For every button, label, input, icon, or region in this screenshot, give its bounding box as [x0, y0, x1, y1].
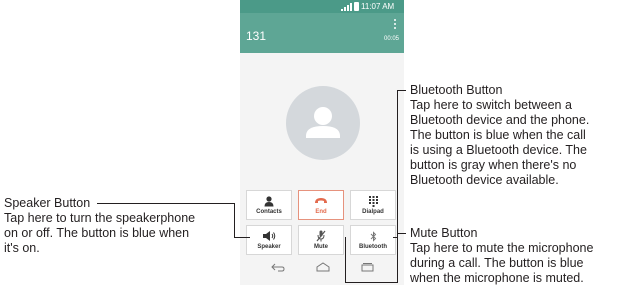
- end-call-icon: [315, 198, 327, 203]
- bluetooth-leader-horizontal: [397, 90, 406, 91]
- speaker-icon: [262, 231, 275, 241]
- status-time: 11:07 AM: [361, 2, 395, 11]
- dialpad-label: Dialpad: [362, 209, 384, 215]
- mute-leader-top: [397, 233, 406, 234]
- bluetooth-annotation: Bluetooth Button Tap here to switch betw…: [410, 83, 624, 188]
- contacts-button[interactable]: Contacts: [246, 190, 292, 220]
- mute-leader-bottom: [345, 282, 398, 283]
- speaker-annotation: Speaker Button Tap here to turn the spea…: [4, 196, 234, 256]
- contacts-label: Contacts: [256, 209, 282, 215]
- mute-annotation-line: during a call. The button is blue: [410, 256, 584, 270]
- end-call-button[interactable]: End: [298, 190, 344, 220]
- navigation-bar: [240, 256, 404, 285]
- mic-muted-icon: [316, 230, 326, 242]
- overflow-menu-icon[interactable]: [394, 19, 397, 30]
- bluetooth-annotation-line: is using a Bluetooth device. The: [410, 143, 587, 157]
- speaker-leader-tick: [234, 237, 250, 238]
- speaker-button[interactable]: Speaker: [246, 225, 292, 255]
- bluetooth-annotation-line: Tap here to switch between a: [410, 98, 572, 112]
- caller-number: 131: [246, 29, 267, 43]
- call-header: 131 00:05: [240, 13, 404, 53]
- person-icon: [264, 195, 274, 206]
- bluetooth-annotation-line: Bluetooth device available.: [410, 173, 559, 187]
- bluetooth-annotation-title: Bluetooth Button: [410, 83, 503, 97]
- mute-button[interactable]: Mute: [298, 225, 344, 255]
- bluetooth-leader-vertical: [397, 90, 398, 237]
- bluetooth-label: Bluetooth: [359, 244, 387, 250]
- bluetooth-annotation-line: The button is blue when the call: [410, 128, 586, 142]
- dialpad-icon: [368, 195, 378, 207]
- bluetooth-annotation-line: button is gray when there's no: [410, 158, 577, 172]
- speaker-annotation-title: Speaker Button: [4, 196, 91, 210]
- bluetooth-button[interactable]: Bluetooth: [350, 225, 396, 255]
- call-timer: 00:05: [383, 36, 399, 42]
- contact-avatar: [286, 86, 360, 160]
- mute-leader-right: [397, 233, 398, 283]
- bluetooth-annotation-line: Bluetooth device and the phone.: [410, 113, 590, 127]
- speaker-annotation-line: Tap here to turn the speakerphone: [4, 211, 196, 225]
- back-icon[interactable]: [271, 263, 285, 272]
- recent-apps-icon[interactable]: [361, 263, 374, 272]
- battery-icon: [354, 2, 359, 11]
- home-icon[interactable]: [316, 262, 330, 272]
- person-placeholder-icon: [306, 107, 340, 138]
- status-bar: 11:07 AM: [240, 0, 404, 13]
- phone-screen: 11:07 AM 131 00:05 Contacts End Dialpad …: [240, 0, 404, 285]
- signal-icon: [341, 3, 352, 11]
- dialpad-button[interactable]: Dialpad: [350, 190, 396, 220]
- mute-annotation-line: Tap here to mute the microphone: [410, 241, 594, 255]
- mute-label: Mute: [314, 244, 328, 250]
- speaker-annotation-line: on or off. The button is blue when: [4, 226, 190, 240]
- speaker-annotation-line: it's on.: [4, 241, 40, 255]
- mute-annotation-title: Mute Button: [410, 226, 478, 240]
- speaker-leader-vertical: [234, 203, 235, 238]
- mute-annotation: Mute Button Tap here to mute the microph…: [410, 226, 624, 286]
- end-label: End: [315, 209, 327, 215]
- mute-annotation-line: when the microphone is muted.: [410, 271, 584, 285]
- bluetooth-icon: [370, 230, 376, 242]
- mute-leader-vertical: [345, 237, 346, 282]
- speaker-label: Speaker: [257, 244, 281, 250]
